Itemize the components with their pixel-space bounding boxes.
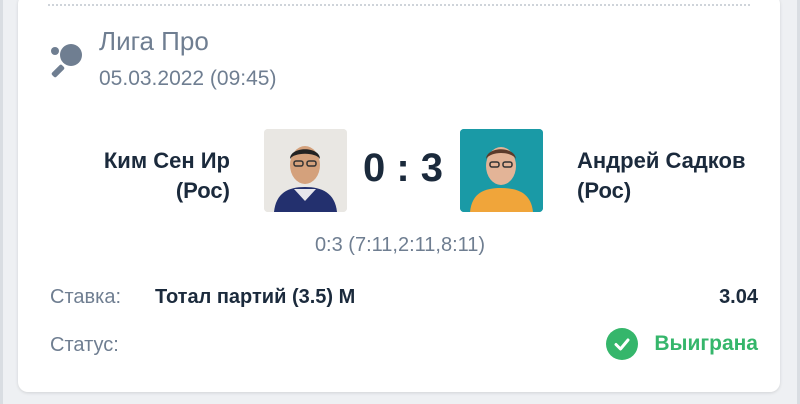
match-score: 0 : 3 bbox=[362, 146, 444, 190]
player-right-name-line1: Андрей Садков bbox=[577, 148, 746, 173]
bet-label: Ставка: bbox=[50, 286, 121, 308]
card-top-divider bbox=[48, 4, 750, 6]
player-left-avatar bbox=[264, 129, 347, 212]
match-datetime: 05.03.2022 (09:45) bbox=[99, 67, 277, 90]
player-right-avatar bbox=[460, 129, 543, 212]
status-value: Выиграна bbox=[654, 332, 758, 355]
status-label: Статус: bbox=[50, 334, 119, 356]
player-right-country: (Рос) bbox=[577, 178, 632, 203]
player-left-country: (Рос) bbox=[175, 178, 230, 203]
player-left-name-line1: Ким Сен Ир bbox=[103, 148, 230, 173]
status-indicator: Выиграна bbox=[606, 328, 758, 360]
player-left-name: Ким Сен Ир (Рос) bbox=[60, 146, 230, 206]
check-circle-icon bbox=[606, 328, 639, 360]
set-scores: 0:3 (7:11,2:11,8:11) bbox=[314, 234, 486, 256]
player-right-name: Андрей Садков (Рос) bbox=[577, 146, 777, 206]
table-tennis-icon bbox=[51, 44, 82, 78]
league-name: Лига Про bbox=[99, 26, 209, 56]
bet-value: Тотал партий (3.5) М bbox=[155, 286, 356, 308]
bet-odds: 3.04 bbox=[719, 286, 758, 308]
left-edge bbox=[0, 0, 3, 404]
